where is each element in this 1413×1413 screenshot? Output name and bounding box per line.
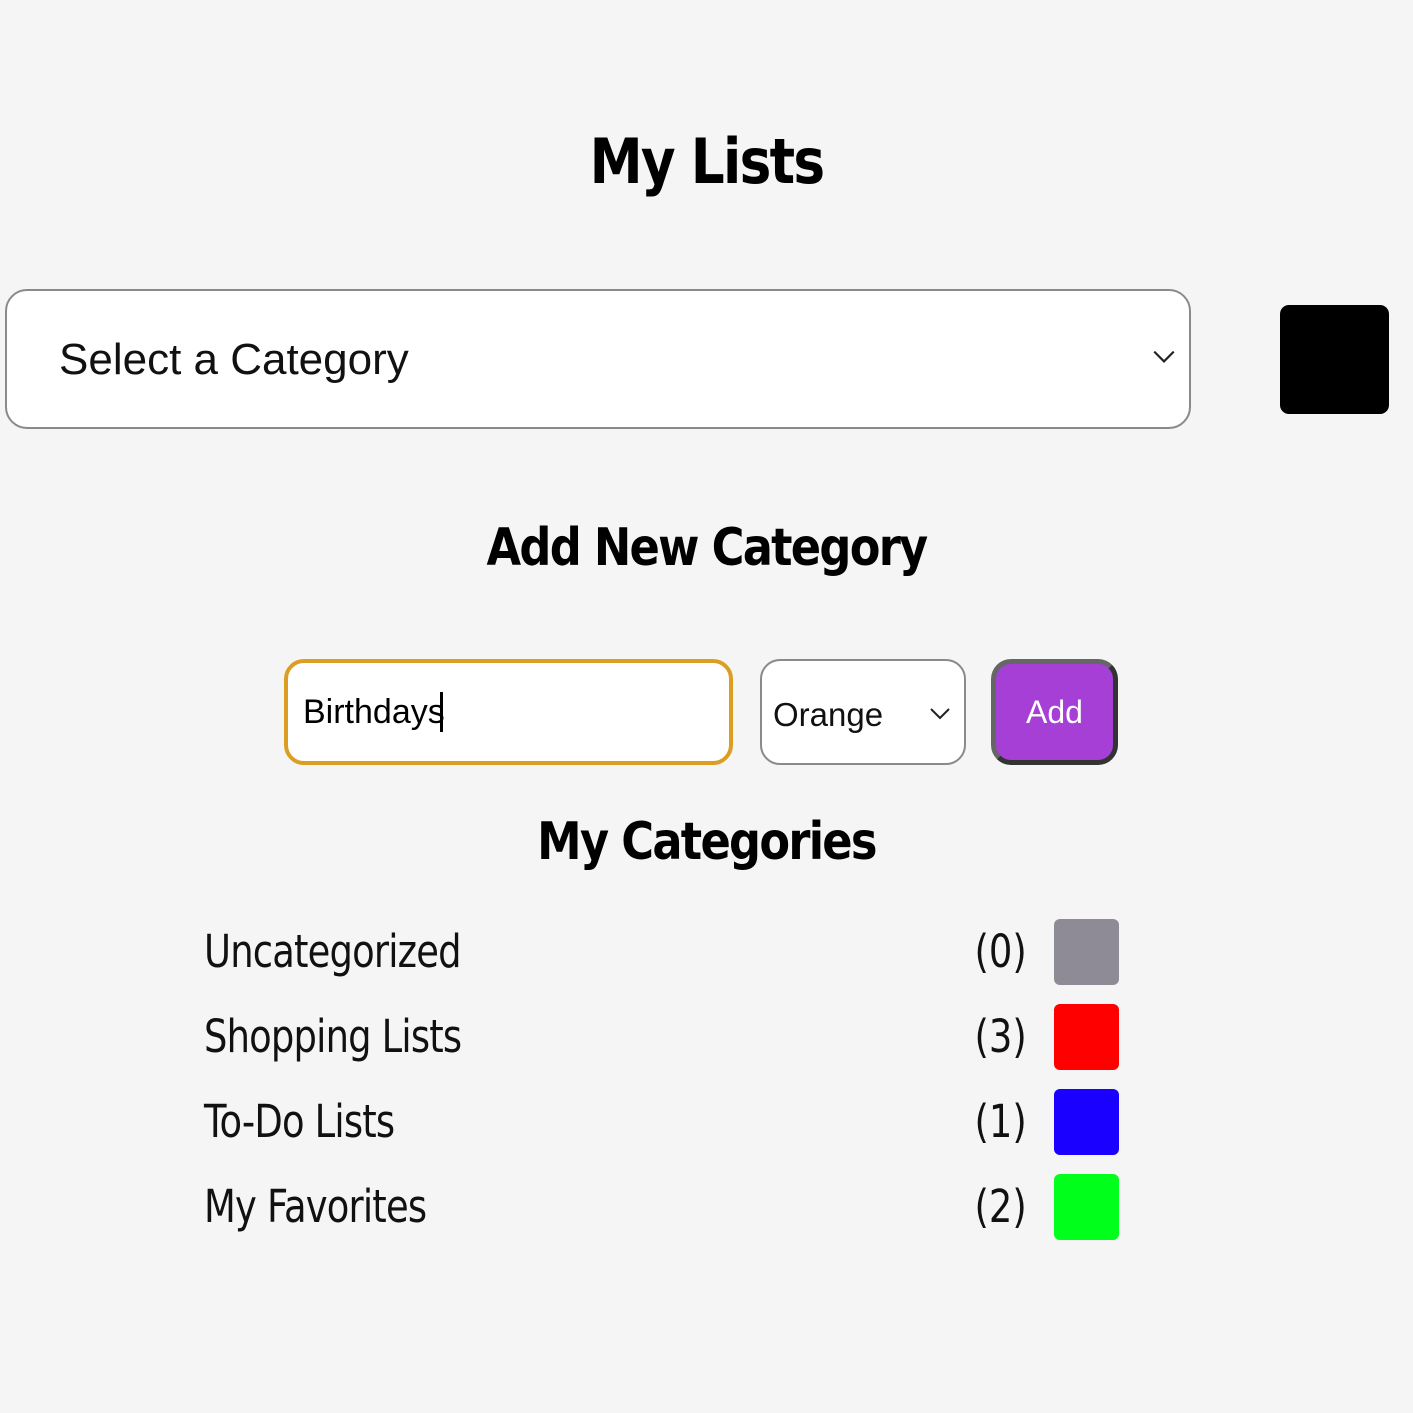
category-row[interactable]: Uncategorized (0) [204,919,1119,985]
color-swatch-button[interactable] [1280,305,1389,414]
category-row[interactable]: My Favorites (2) [204,1174,1119,1240]
text-cursor [440,692,443,732]
category-count: (2) [974,1180,1027,1233]
category-count: (1) [974,1095,1027,1148]
add-button[interactable]: Add [991,659,1118,765]
color-select-value: Orange [773,696,884,733]
category-row[interactable]: Shopping Lists (3) [204,1004,1119,1070]
category-color-swatch[interactable] [1054,1089,1119,1155]
category-name: To-Do Lists [204,1095,395,1148]
page-title: My Lists [589,125,826,198]
category-row[interactable]: To-Do Lists (1) [204,1089,1119,1155]
category-color-swatch[interactable] [1054,1174,1119,1240]
category-count: (3) [974,1010,1027,1063]
category-name-input[interactable] [284,659,733,765]
chevron-down-icon [1153,350,1175,363]
category-select-value: Select a Category [59,335,409,384]
add-category-heading: Add New Category [486,518,929,578]
color-select[interactable]: Orange [760,659,966,765]
category-name: Shopping Lists [204,1010,462,1063]
category-name: My Favorites [204,1180,427,1233]
category-name: Uncategorized [204,925,462,978]
chevron-down-icon [930,708,950,720]
my-categories-heading: My Categories [537,812,877,872]
category-color-swatch[interactable] [1054,1004,1119,1070]
category-count: (0) [974,925,1027,978]
category-color-swatch[interactable] [1054,919,1119,985]
category-select[interactable]: Select a Category [5,289,1191,429]
